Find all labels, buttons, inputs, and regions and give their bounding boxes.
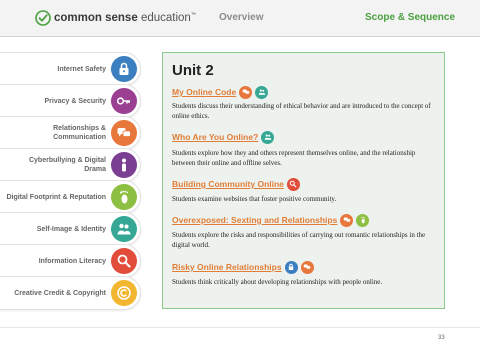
nav-overview[interactable]: Overview xyxy=(219,12,263,23)
sidebar-item-information-literacy[interactable]: Information Literacy xyxy=(0,244,141,278)
chat-bubbles-icon xyxy=(340,213,354,227)
sidebar-item-label: Internet Safety xyxy=(57,65,106,73)
sidebar-item-label: Relationships & Communication xyxy=(53,125,106,141)
sidebar-item-label: Digital Footprint & Reputation xyxy=(6,193,106,201)
top-bar: common sense education™ Overview Scope &… xyxy=(0,0,480,37)
lesson-title: Building Community Online xyxy=(172,179,284,189)
sidebar-item-relationships-communication[interactable]: Relationships & Communication xyxy=(0,116,141,150)
sidebar-item-creative-credit-copyright[interactable]: Creative Credit & Copyright xyxy=(0,276,141,310)
unit-content-panel: Unit 2 My Online Code Students discuss t… xyxy=(162,52,445,309)
sidebar-item-label: Cyberbullying & Digital Drama xyxy=(28,157,106,173)
sidebar-item-internet-safety[interactable]: Internet Safety xyxy=(0,52,141,86)
lesson-description: Students explore the risks and responsib… xyxy=(172,231,426,249)
logo-wordmark: common sense education™ xyxy=(54,12,196,24)
magnifier-icon xyxy=(111,248,137,274)
chat-bubbles-icon xyxy=(111,120,137,146)
sidebar-item-label: Self-Image & Identity xyxy=(36,225,106,233)
checkmark-logo-icon xyxy=(35,10,51,26)
lesson-description: Students think critically about developi… xyxy=(172,278,383,286)
lesson-description: Students discuss their understanding of … xyxy=(172,102,431,120)
lesson-link-who-are-you-online[interactable]: Who Are You Online? xyxy=(172,130,275,144)
footprint-icon xyxy=(356,213,370,227)
unit-title: Unit 2 xyxy=(172,62,214,79)
sidebar-item-label: Privacy & Security xyxy=(44,97,106,105)
people-icon xyxy=(261,130,275,144)
lesson-title: Who Are You Online? xyxy=(172,132,259,142)
lock-icon xyxy=(284,260,298,274)
sidebar-item-label: Creative Credit & Copyright xyxy=(14,289,106,297)
chat-bubbles-icon xyxy=(239,85,253,99)
lesson-link-my-online-code[interactable]: My Online Code xyxy=(172,85,269,99)
sidebar-item-cyberbullying-digital-drama[interactable]: Cyberbullying & Digital Drama xyxy=(0,148,141,182)
nav-scope-and-sequence[interactable]: Scope & Sequence xyxy=(365,12,455,23)
sidebar-item-self-image-identity[interactable]: Self-Image & Identity xyxy=(0,212,141,246)
person-icon xyxy=(111,152,137,178)
page-number: 33 xyxy=(438,335,445,341)
chat-bubbles-icon xyxy=(300,260,314,274)
copyright-icon xyxy=(111,280,137,306)
key-icon xyxy=(111,88,137,114)
lesson-description: Students examine websites that foster po… xyxy=(172,195,337,203)
people-icon xyxy=(111,216,137,242)
lesson-title: Risky Online Relationships xyxy=(172,262,282,272)
lesson-description: Students explore how they and others rep… xyxy=(172,149,416,167)
magnifier-icon xyxy=(286,177,300,191)
lesson-link-overexposed[interactable]: Overexposed: Sexting and Relationships xyxy=(172,213,370,227)
footer-divider xyxy=(0,327,480,328)
lesson-title: My Online Code xyxy=(172,87,237,97)
sidebar-item-label: Information Literacy xyxy=(38,257,106,265)
footprint-icon xyxy=(111,184,137,210)
sidebar-item-digital-footprint-reputation[interactable]: Digital Footprint & Reputation xyxy=(0,180,141,214)
people-icon xyxy=(255,85,269,99)
common-sense-logo[interactable]: common sense education™ xyxy=(35,9,196,27)
sidebar-item-privacy-security[interactable]: Privacy & Security xyxy=(0,84,141,118)
lock-icon xyxy=(111,56,137,82)
lesson-link-building-community-online[interactable]: Building Community Online xyxy=(172,177,300,191)
lesson-link-risky-online-relationships[interactable]: Risky Online Relationships xyxy=(172,260,314,274)
lesson-title: Overexposed: Sexting and Relationships xyxy=(172,215,338,225)
